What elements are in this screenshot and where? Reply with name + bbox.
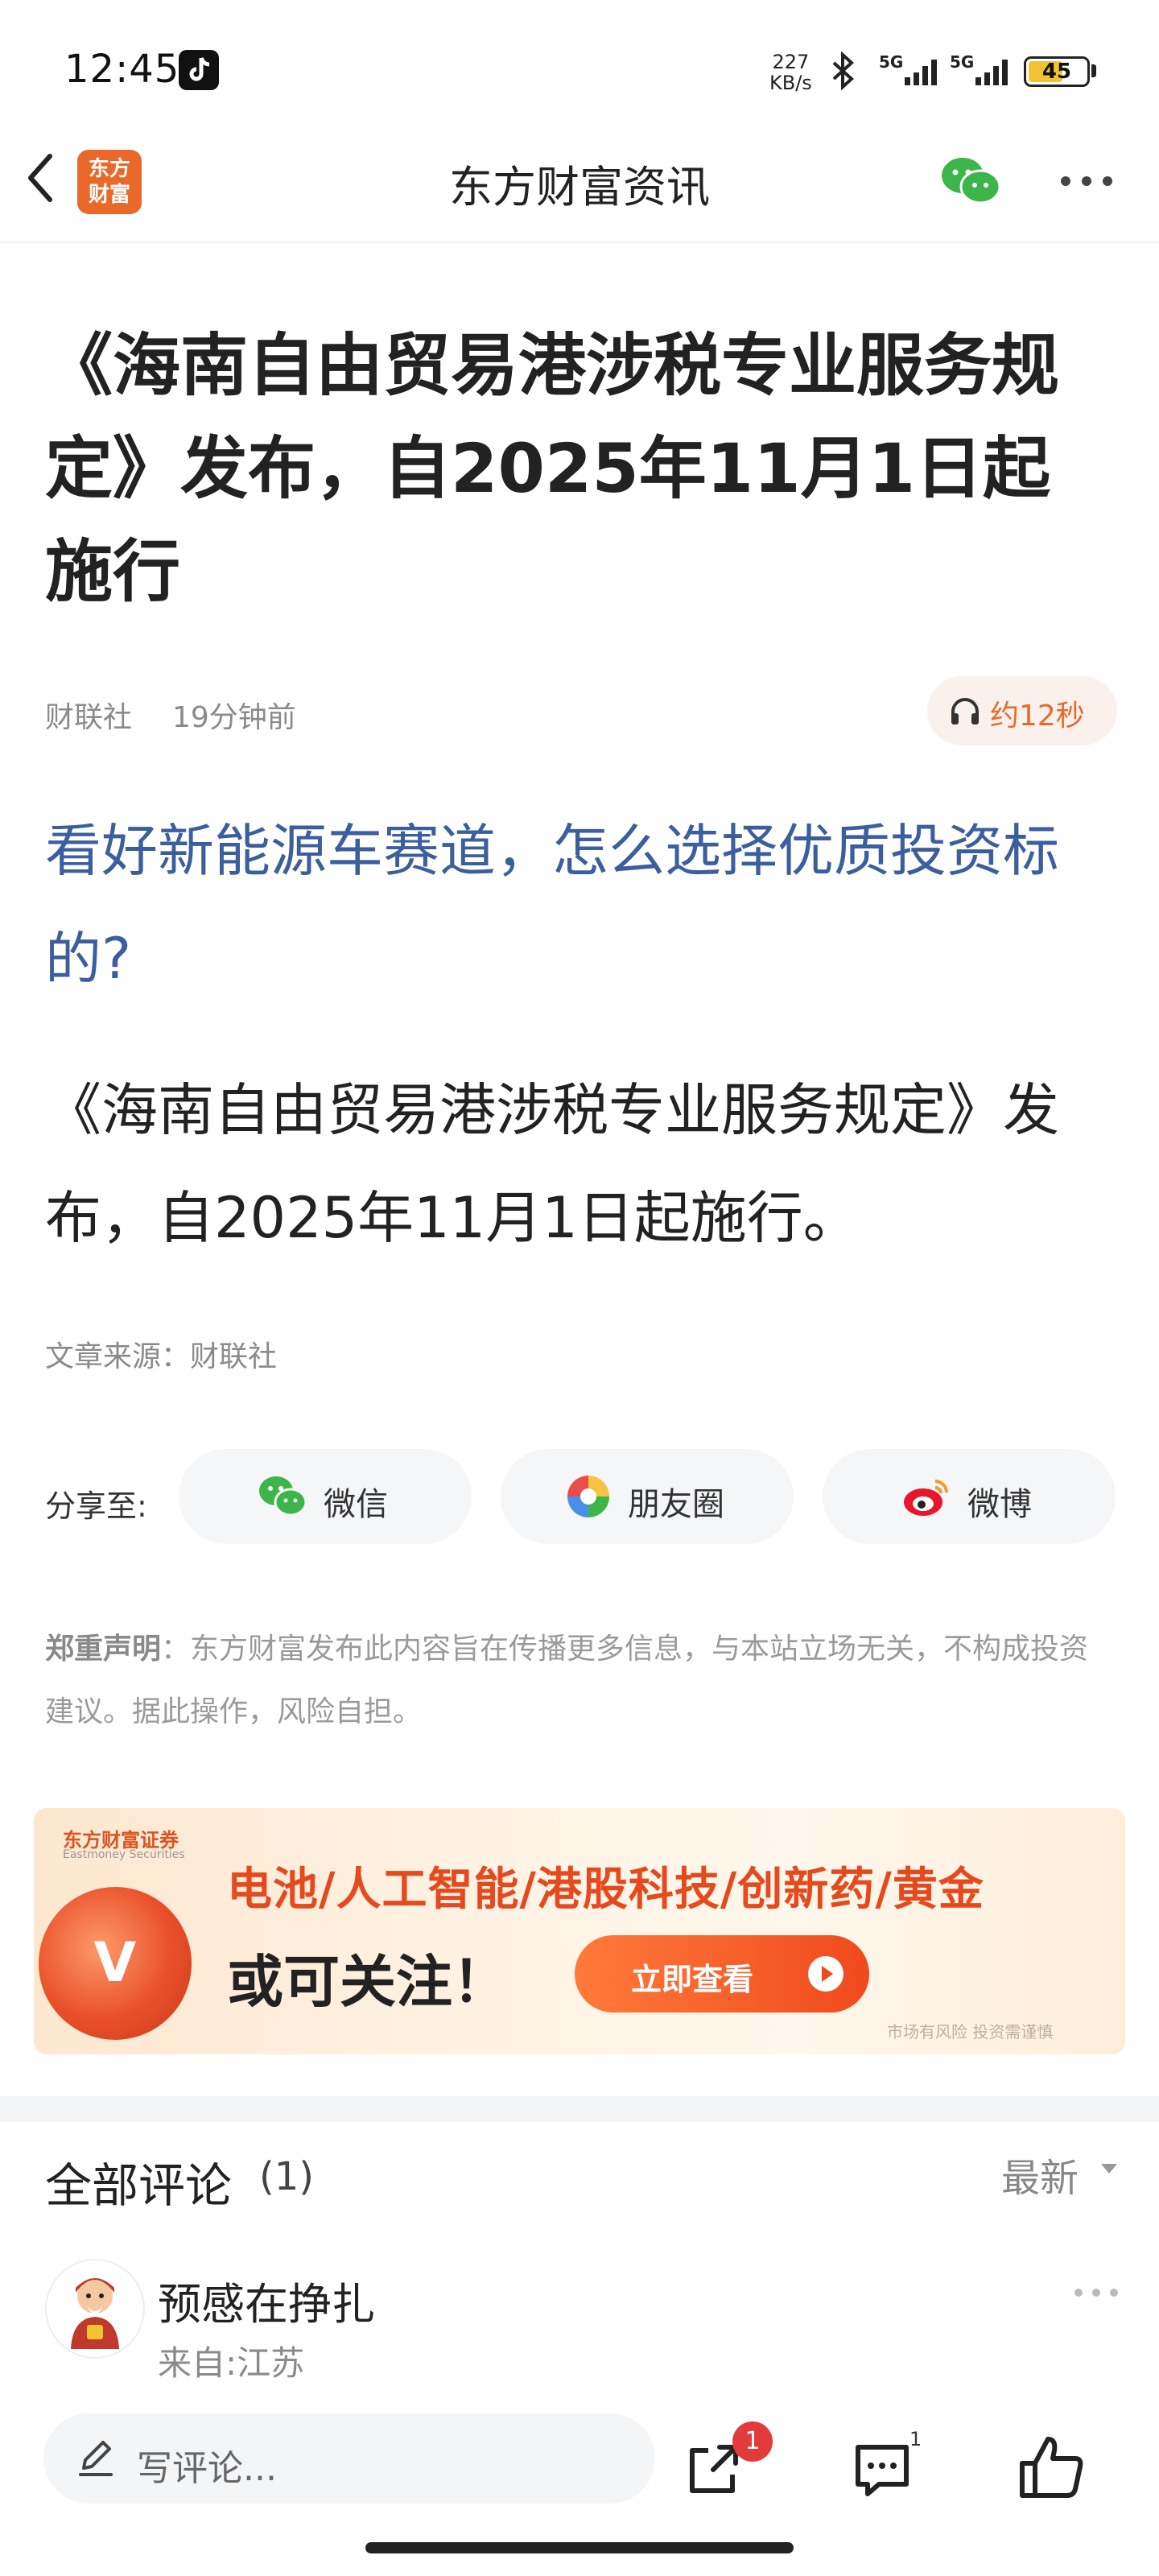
thumbs-up-icon[interactable] [1016, 2433, 1088, 2502]
article-title: 《海南自由贸易港涉税专业服务规定》发布，自2025年11月1日起施行 [45, 326, 1060, 611]
network-speed-unit: KB/s [769, 72, 812, 94]
bluetooth-icon [826, 51, 861, 91]
article-body: 《海南自由贸易港涉税专业服务规定》发布，自2025年11月1日起施行。 [45, 1077, 1059, 1251]
share-moments-button[interactable]: 朋友圈 [501, 1449, 794, 1544]
comment-more-icon[interactable] [1070, 2285, 1122, 2301]
share-badge: 1 [732, 2421, 773, 2462]
comment-placeholder: 写评论... [137, 2448, 277, 2489]
page-title: 东方财富资讯 [449, 162, 710, 213]
comment-count: 1 [909, 2428, 922, 2450]
share-wechat-label: 微信 [324, 1486, 388, 1523]
signal1-label: 5G [879, 52, 903, 72]
wechat-icon [258, 1473, 307, 1520]
share-weibo-label: 微博 [967, 1486, 1032, 1523]
moments-icon [563, 1473, 613, 1520]
share-wechat-button[interactable]: 微信 [179, 1449, 472, 1544]
wechat-share-icon[interactable] [940, 155, 1001, 206]
share-label: 分享至: [45, 1488, 147, 1524]
battery-icon: 45 [1024, 56, 1090, 87]
home-indicator[interactable] [365, 2542, 794, 2553]
nav-divider [0, 242, 1159, 243]
disclaimer-title: 郑重声明 [45, 1633, 162, 1666]
signal-icon-sim2: 5G [948, 52, 1017, 89]
logo-line1: 东方 [88, 157, 130, 181]
section-divider [0, 2096, 1159, 2122]
network-speed-value: 227 [772, 51, 810, 73]
network-speed: 227 KB/s [769, 52, 812, 93]
article-source[interactable]: 财联社 [45, 694, 132, 736]
share-weibo-button[interactable]: 微博 [823, 1449, 1116, 1544]
share-moments-label: 朋友圈 [628, 1486, 724, 1523]
signal-icon-sim1: 5G [877, 52, 947, 89]
headphones-icon [948, 694, 982, 728]
avatar[interactable] [45, 2259, 145, 2359]
listen-duration: 约12秒 [990, 700, 1085, 733]
sort-dropdown[interactable]: 最新 [1001, 2146, 1079, 2202]
disclaimer-text: ：东方财富发布此内容旨在传播更多信息，与本站立场无关，不构成投资建议。据此操作，… [45, 1633, 1089, 1728]
more-options-icon[interactable] [1054, 169, 1119, 193]
ad-cta-label: 立即查看 [631, 1962, 754, 1997]
comment-icon[interactable] [850, 2438, 914, 2502]
caret-down-icon[interactable] [1099, 2161, 1119, 2177]
promo-link[interactable]: 看好新能源车赛道，怎么选择优质投资标的? [45, 797, 1124, 1013]
signal2-label: 5G [950, 52, 974, 72]
comments-count: (1) [259, 2154, 314, 2199]
tiktok-icon [179, 50, 219, 90]
pen-icon [76, 2438, 116, 2479]
ad-risk-note: 市场有风险 投资需谨慎 [887, 2022, 1054, 2041]
play-icon [808, 1956, 843, 1992]
ad-cta-button[interactable]: 立即查看 [575, 1935, 869, 2013]
coin-letter: V [93, 1931, 137, 1995]
back-button[interactable] [23, 150, 61, 206]
battery-level: 45 [1041, 60, 1072, 84]
article-time: 19分钟前 [172, 701, 296, 734]
battery-cap [1091, 64, 1096, 77]
comment-username[interactable]: 预感在挣扎 [158, 2268, 375, 2332]
ad-subline: 或可关注！ [227, 1949, 509, 2015]
status-time: 12:45 [64, 47, 180, 92]
comment-location: 来自:江苏 [158, 2343, 305, 2383]
ad-headline: 电池/人工智能/港股科技/创新药/黄金 [227, 1864, 984, 1916]
ad-banner[interactable]: 东方财富证券 Eastmoney Securities V 电池/人工智能/港股… [34, 1808, 1125, 2054]
weibo-icon [901, 1473, 951, 1520]
ad-brand-en: Eastmoney Securities [63, 1848, 185, 1861]
coin-icon: V [39, 1887, 192, 2040]
article-source-line: 文章来源：财联社 [45, 1340, 278, 1373]
listen-button[interactable]: 约12秒 [927, 676, 1117, 745]
logo-line2: 财富 [88, 183, 130, 207]
comment-input[interactable]: 写评论... [43, 2413, 655, 2504]
comments-title: 全部评论 [45, 2158, 233, 2213]
eastmoney-logo: 东方 财富 [77, 150, 142, 214]
disclaimer: 郑重声明：东方财富发布此内容旨在传播更多信息，与本站立场无关，不构成投资建议。据… [45, 1618, 1107, 1744]
